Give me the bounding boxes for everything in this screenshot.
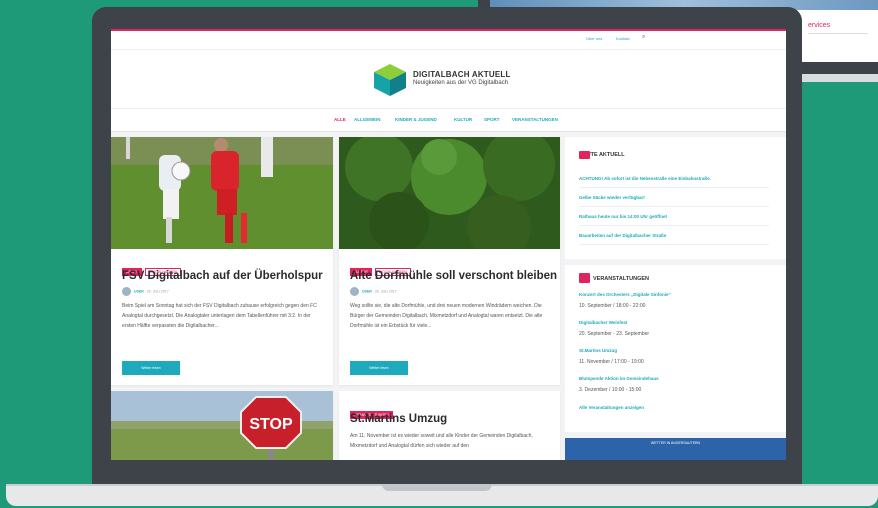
divider	[579, 225, 769, 226]
weather-banner[interactable]: WETTER IN ANGERSAUTERN	[565, 438, 786, 460]
main-content: SPORT DIGITALHAUSEN FSV Digitalbach auf d…	[111, 129, 786, 460]
website-screen: Über uns Kontakt ⌕ DIGITALBACH AKTUELL N…	[111, 29, 786, 460]
search-icon[interactable]: ⌕	[642, 34, 645, 41]
topbar-link-contact[interactable]: Kontakt	[616, 36, 630, 41]
news-link[interactable]: ACHTUNG! Ab sofort ist die Nebenstraße e…	[579, 176, 711, 181]
divider	[579, 244, 769, 245]
laptop-notch	[382, 484, 492, 491]
background-partial-text: ervices	[808, 22, 831, 29]
events-widget: VERANSTALTUNGEN Konzert des Orchesters „…	[565, 265, 786, 432]
event-date: 20. September - 23. September	[579, 331, 650, 337]
article-title[interactable]: St.Martins Umzug	[350, 413, 447, 425]
news-widget: HEUTE AKTUELL ACHTUNG! Ab sofort ist die…	[565, 137, 786, 259]
nav-item-events[interactable]: VERANSTALTUNGEN	[512, 117, 558, 122]
site-subtitle: Neuigkeiten aus der VG Digitalbach	[413, 80, 509, 86]
event-date: 11. November / 17:00 - 19:00	[579, 359, 644, 365]
read-more-button[interactable]: Weiter lesen	[350, 361, 408, 375]
cube-logo-icon[interactable]	[373, 63, 407, 97]
event-link[interactable]: Digitalbacher Weinfest	[579, 320, 627, 325]
divider	[579, 206, 769, 207]
nav-item-general[interactable]: ALLGEMEIN	[354, 117, 381, 122]
event-link[interactable]: St.Martins Umzug	[579, 348, 617, 353]
alert-icon	[579, 151, 590, 159]
site-title[interactable]: DIGITALBACH AKTUELL	[413, 70, 511, 79]
widget-title: VERANSTALTUNGEN	[593, 276, 650, 282]
article-title[interactable]: FSV Digitalbach auf der Überholspur	[122, 270, 323, 282]
football-photo[interactable]	[111, 137, 333, 249]
top-bar: Über uns Kontakt ⌕	[111, 29, 786, 49]
article-card: STOP	[111, 391, 333, 460]
news-link[interactable]: Bauarbeiten auf der Digitalbacher Straße	[579, 233, 666, 238]
article-excerpt: Beim Spiel am Sonntag hat sich der FSV D…	[122, 303, 317, 329]
nav-item-sports[interactable]: SPORT	[484, 117, 500, 122]
article-meta: USER · 26. JULI 2017	[350, 287, 397, 296]
event-date: 3. Dezember / 10:00 - 15:00	[579, 387, 642, 393]
divider	[579, 187, 769, 188]
calendar-icon	[579, 273, 590, 283]
article-card: KULTUR DIGITALHAUSEN Alte Dorfmühle soll …	[339, 137, 560, 385]
author-name[interactable]: USER	[134, 289, 144, 293]
site-header: DIGITALBACH AKTUELL Neuigkeiten aus der …	[111, 49, 786, 108]
event-link[interactable]: Blutspende Aktion im Gemeindehaus	[579, 376, 659, 381]
stop-sign-text: STOP	[249, 416, 293, 433]
all-events-link[interactable]: Alle Veranstaltungen anzeigen	[579, 405, 644, 410]
article-meta: USER · 26. JULI 2017	[122, 287, 169, 296]
event-date: 10. September / 18:00 - 22:00	[579, 303, 646, 309]
news-link[interactable]: Gelbe Säcke wieder verfügbar!	[579, 195, 645, 200]
article-excerpt: Am 11. November ist es wieder soweit und…	[350, 433, 533, 449]
stop-sign-photo[interactable]: STOP	[111, 391, 333, 460]
event-link[interactable]: Konzert des Orchesters „Digitale Sinfoni…	[579, 292, 671, 297]
avatar	[122, 287, 131, 296]
avatar	[350, 287, 359, 296]
article-card: VERANSTALTUNGEN St.Martins Umzug Am 11. …	[339, 391, 560, 460]
nav-item-kids[interactable]: KINDER & JUGEND	[395, 117, 437, 122]
author-name[interactable]: USER	[362, 289, 372, 293]
nav-item-all[interactable]: ALLE	[334, 117, 346, 122]
article-card: SPORT DIGITALHAUSEN FSV Digitalbach auf d…	[111, 137, 333, 385]
article-date: 26. JULI 2017	[146, 289, 169, 294]
forest-photo[interactable]	[339, 137, 560, 249]
divider	[808, 33, 868, 34]
news-link[interactable]: Rathaus heute nur bis 14:00 Uhr geöffnet	[579, 214, 667, 219]
topbar-link-about[interactable]: Über uns	[586, 36, 602, 41]
article-excerpt: Weg sollte sie, die alte Dorfmühle, und …	[350, 303, 543, 329]
nav-item-culture[interactable]: KULTUR	[454, 117, 472, 122]
article-title[interactable]: Alte Dorfmühle soll verschont bleiben	[350, 270, 557, 282]
article-date: 26. JULI 2017	[374, 289, 397, 294]
read-more-button[interactable]: Weiter lesen	[122, 361, 180, 375]
